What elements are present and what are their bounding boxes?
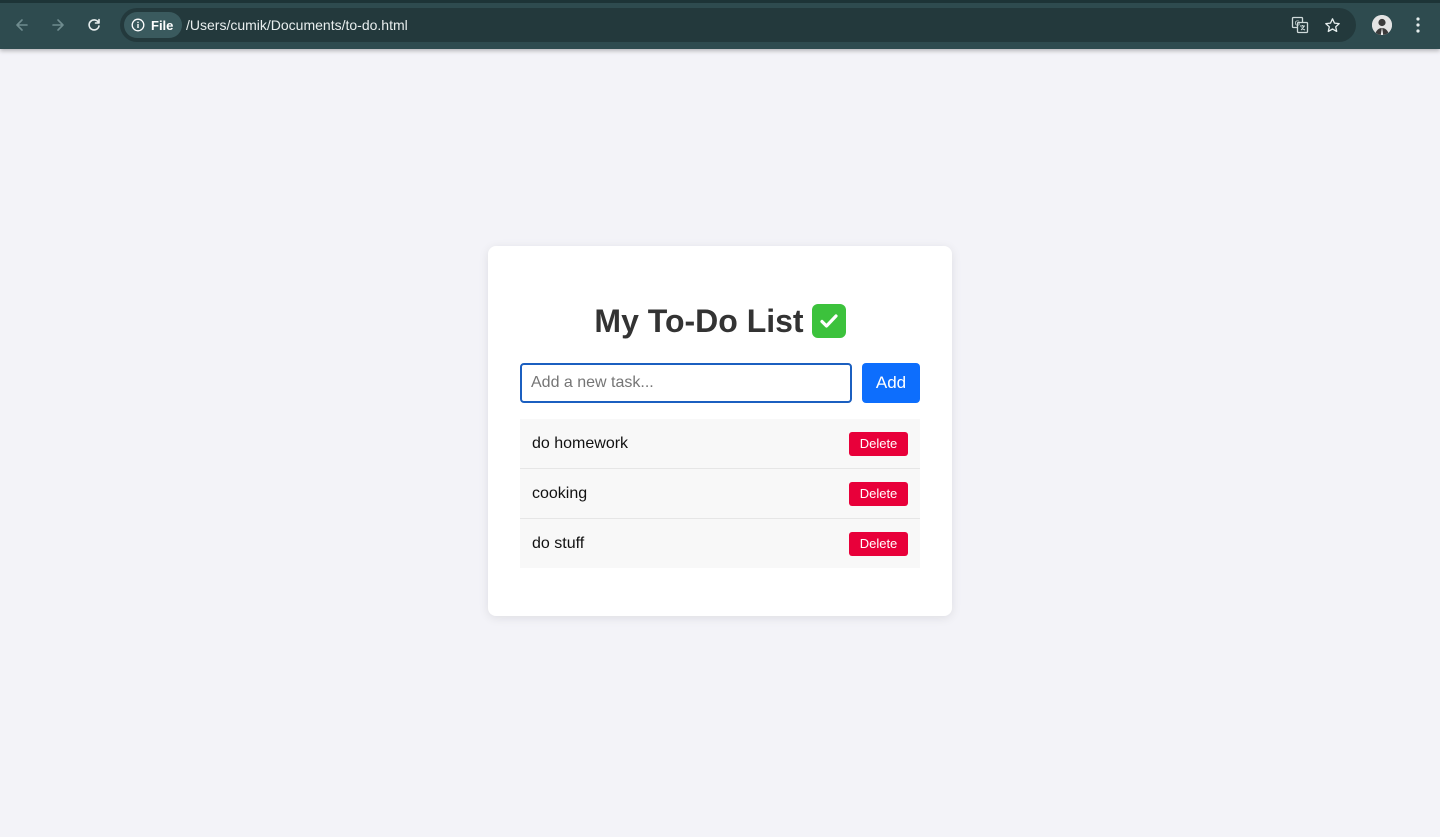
new-task-input[interactable] — [520, 363, 852, 403]
tab-strip-edge — [0, 0, 1440, 3]
delete-task-button[interactable]: Delete — [849, 431, 908, 456]
bookmark-button[interactable] — [1322, 15, 1342, 35]
browser-toolbar: File /Users/cumik/Documents/to-do.html G — [0, 0, 1440, 49]
title-row: My To-Do List — [488, 301, 952, 341]
todo-card: My To-Do List Add do homework Delete coo… — [488, 246, 952, 616]
task-list: do homework Delete cooking Delete do stu… — [520, 419, 920, 568]
browser-menu-button[interactable] — [1408, 14, 1428, 36]
add-task-button[interactable]: Add — [862, 363, 920, 403]
svg-text:G: G — [1295, 19, 1300, 27]
translate-icon: G — [1291, 16, 1309, 34]
delete-task-button[interactable]: Delete — [849, 481, 908, 506]
reload-button[interactable] — [81, 12, 107, 38]
address-bar[interactable]: File /Users/cumik/Documents/to-do.html G — [120, 8, 1356, 42]
check-mark-icon — [811, 304, 846, 338]
task-text: do stuff — [532, 534, 585, 552]
page-title: My To-Do List — [594, 303, 804, 339]
info-icon — [131, 18, 145, 32]
reload-icon — [88, 18, 100, 31]
forward-button[interactable] — [45, 12, 71, 38]
kebab-menu-icon — [1416, 17, 1420, 33]
site-info-chip[interactable]: File — [124, 12, 183, 38]
profile-avatar[interactable] — [1372, 15, 1392, 35]
site-chip-label: File — [151, 17, 174, 33]
task-text: do homework — [532, 434, 629, 452]
url-text[interactable]: /Users/cumik/Documents/to-do.html — [186, 17, 408, 33]
delete-task-button[interactable]: Delete — [849, 531, 908, 556]
task-item: do homework Delete — [520, 419, 920, 469]
avatar-icon — [1372, 15, 1392, 35]
arrow-left-icon — [16, 19, 28, 31]
task-item: cooking Delete — [520, 469, 920, 519]
task-text: cooking — [532, 484, 588, 502]
translate-button[interactable]: G — [1290, 15, 1310, 35]
task-item: do stuff Delete — [520, 519, 920, 568]
back-button[interactable] — [9, 12, 35, 38]
star-icon — [1324, 17, 1340, 32]
arrow-right-icon — [52, 19, 64, 31]
